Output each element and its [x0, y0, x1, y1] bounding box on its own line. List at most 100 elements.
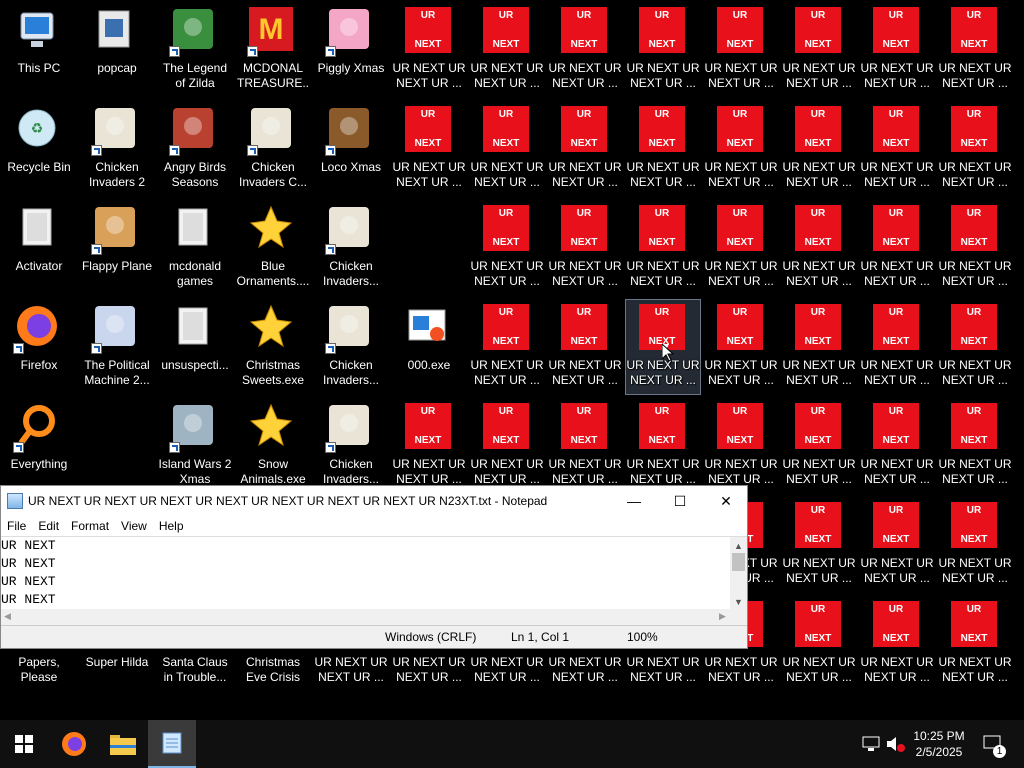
ur-next-file-icon[interactable]: URNEXT UR NEXT UR NEXT UR ... [391, 2, 467, 98]
ur-next-file-icon[interactable]: URNEXT UR NEXT UR NEXT UR ... [391, 101, 467, 197]
desktop-icon[interactable]: popcap [79, 2, 155, 98]
ur-next-file-icon[interactable]: URNEXT UR NEXT UR NEXT UR ... [391, 398, 467, 494]
ur-next-file-icon[interactable]: URNEXT UR NEXT UR NEXT UR ... [781, 2, 857, 98]
desktop-icon[interactable]: 000.exe [391, 299, 467, 395]
ur-next-file-icon[interactable]: URNEXT UR NEXT UR NEXT UR ... [703, 200, 779, 296]
desktop-icon[interactable]: Chicken Invaders C... [235, 101, 311, 197]
ur-next-file-icon[interactable]: URNEXT UR NEXT UR NEXT UR ... [469, 2, 545, 98]
ur-next-file-icon[interactable]: URNEXT UR NEXT UR NEXT UR ... [547, 200, 623, 296]
desktop-icon[interactable]: Chicken Invaders 2 [79, 101, 155, 197]
notepad-title-bar[interactable]: UR NEXT UR NEXT UR NEXT UR NEXT UR NEXT … [1, 486, 747, 516]
action-center-button[interactable]: 1 [978, 720, 1008, 768]
volume-muted-icon[interactable] [884, 720, 908, 768]
ur-next-file-icon[interactable]: URNEXT UR NEXT UR NEXT UR ... [859, 596, 935, 692]
ur-next-file-icon[interactable]: URNEXT UR NEXT UR NEXT UR ... [547, 398, 623, 494]
ur-next-file-icon[interactable]: URNEXT UR NEXT UR NEXT UR ... [547, 2, 623, 98]
ur-next-file-icon[interactable]: URNEXT UR NEXT UR NEXT UR ... [781, 101, 857, 197]
menu-format[interactable]: Format [65, 519, 115, 533]
ur-next-file-icon[interactable]: URNEXT UR NEXT UR NEXT UR ... [859, 200, 935, 296]
desktop-icon-label: UR NEXT UR NEXT UR ... [938, 556, 1012, 585]
ur-next-file-icon[interactable]: URNEXT UR NEXT UR NEXT UR ... [781, 398, 857, 494]
scroll-down-icon[interactable]: ▼ [734, 597, 743, 607]
ur-next-image-icon: URNEXT [717, 304, 765, 352]
ur-next-file-icon[interactable]: URNEXT UR NEXT UR NEXT UR ... [781, 497, 857, 593]
ur-next-image-icon: URNEXT [483, 106, 531, 154]
ur-next-file-icon[interactable]: URNEXT UR NEXT UR NEXT UR ... [469, 101, 545, 197]
desktop-icon[interactable]: ♻ Recycle Bin [1, 101, 77, 197]
ur-next-file-icon[interactable]: URNEXT UR NEXT UR NEXT UR ... [703, 398, 779, 494]
ur-next-file-icon[interactable]: URNEXT UR NEXT UR NEXT UR ... [937, 299, 1013, 395]
desktop-icon[interactable]: Loco Xmas [313, 101, 389, 197]
minimize-button[interactable]: — [611, 486, 657, 516]
ur-next-file-icon[interactable]: URNEXT UR NEXT UR NEXT UR ... [469, 200, 545, 296]
scroll-left-icon[interactable]: ◀ [4, 611, 11, 622]
ur-next-file-icon[interactable]: URNEXT UR NEXT UR NEXT UR ... [859, 398, 935, 494]
desktop-icon[interactable]: The Legend of Zilda [157, 2, 233, 98]
ur-next-file-icon[interactable]: URNEXT UR NEXT UR NEXT UR ... [469, 299, 545, 395]
desktop-icon[interactable]: Activator [1, 200, 77, 296]
ur-next-file-icon[interactable]: URNEXT UR NEXT UR NEXT UR ... [703, 2, 779, 98]
desktop-icon[interactable]: mcdonald games [157, 200, 233, 296]
ur-next-image-icon: URNEXT [951, 502, 999, 550]
ur-next-file-icon[interactable]: URNEXT UR NEXT UR NEXT UR ... [703, 299, 779, 395]
ur-next-file-icon[interactable]: URNEXT UR NEXT UR NEXT UR ... [859, 2, 935, 98]
vertical-scrollbar[interactable]: ▲ ▼ [730, 537, 747, 611]
desktop-icon[interactable]: Island Wars 2 Xmas [157, 398, 233, 494]
ur-next-file-icon[interactable]: URNEXT UR NEXT UR NEXT UR ... [937, 200, 1013, 296]
desktop-icon[interactable]: Everything [1, 398, 77, 494]
ur-next-file-icon[interactable]: URNEXT UR NEXT UR NEXT UR ... [625, 2, 701, 98]
desktop-icon[interactable]: The Political Machine 2... [79, 299, 155, 395]
menu-view[interactable]: View [115, 519, 153, 533]
close-button[interactable]: ✕ [703, 486, 749, 516]
ur-next-file-icon[interactable]: URNEXT UR NEXT UR NEXT UR ... [703, 101, 779, 197]
taskbar-notepad[interactable] [148, 720, 196, 768]
ur-next-file-icon[interactable]: URNEXT UR NEXT UR NEXT UR ... [859, 299, 935, 395]
system-clock[interactable]: 10:25 PM 2/5/2025 [908, 720, 970, 768]
ur-next-file-icon[interactable]: URNEXT UR NEXT UR NEXT UR ... [859, 497, 935, 593]
desktop-icon-label: UR NEXT UR NEXT UR ... [548, 61, 622, 90]
desktop-icon-label: UR NEXT UR NEXT UR ... [470, 358, 544, 387]
scroll-thumb[interactable] [732, 553, 745, 571]
desktop-icon[interactable]: Chicken Invaders... [313, 299, 389, 395]
ur-next-file-icon[interactable]: URNEXT UR NEXT UR NEXT UR ... [781, 200, 857, 296]
desktop-icon[interactable]: Christmas Sweets.exe [235, 299, 311, 395]
menu-file[interactable]: File [1, 519, 32, 533]
ur-next-file-icon[interactable]: URNEXT UR NEXT UR NEXT UR ... [547, 101, 623, 197]
ur-next-file-icon[interactable]: URNEXT UR NEXT UR NEXT UR ... [859, 101, 935, 197]
ur-next-file-icon[interactable]: URNEXT UR NEXT UR NEXT UR ... [937, 101, 1013, 197]
desktop-icon[interactable]: Piggly Xmas [313, 2, 389, 98]
ur-next-file-icon[interactable]: URNEXT UR NEXT UR NEXT UR ... [625, 101, 701, 197]
desktop-icon[interactable]: Firefox [1, 299, 77, 395]
desktop-icon[interactable]: Angry Birds Seasons [157, 101, 233, 197]
ur-next-file-icon[interactable]: URNEXT UR NEXT UR NEXT UR ... [469, 398, 545, 494]
ur-next-file-icon[interactable]: URNEXT UR NEXT UR NEXT UR ... [781, 596, 857, 692]
maximize-button[interactable]: ☐ [657, 486, 703, 516]
ur-next-file-icon[interactable]: URNEXT UR NEXT UR NEXT UR ... [781, 299, 857, 395]
desktop-icon[interactable]: Blue Ornaments.... [235, 200, 311, 296]
ur-next-file-icon[interactable]: URNEXT UR NEXT UR NEXT UR ... [625, 398, 701, 494]
ur-next-file-icon[interactable]: URNEXT UR NEXT UR NEXT UR ... [937, 398, 1013, 494]
desktop-icon[interactable]: unsuspecti... [157, 299, 233, 395]
desktop-icon[interactable]: Chicken Invaders... [313, 200, 389, 296]
desktop-icon[interactable]: M MCDONAL TREASURE... [235, 2, 311, 98]
menu-help[interactable]: Help [153, 519, 190, 533]
ur-next-file-icon[interactable]: URNEXT UR NEXT UR NEXT UR ... [937, 596, 1013, 692]
desktop-icon[interactable]: Chicken Invaders... [313, 398, 389, 494]
start-button[interactable] [0, 720, 48, 768]
text-editor-area[interactable]: UR NEXT UR NEXT UR NEXT UR NEXT ▲ ▼ [1, 536, 747, 611]
scroll-up-icon[interactable]: ▲ [734, 541, 743, 551]
desktop-icon[interactable]: This PC [1, 2, 77, 98]
ur-next-file-icon[interactable]: URNEXT UR NEXT UR NEXT UR ... [547, 299, 623, 395]
ur-next-file-icon[interactable]: URNEXT UR NEXT UR NEXT UR ... [937, 497, 1013, 593]
desktop-icon[interactable]: Snow Animals.exe [235, 398, 311, 494]
horizontal-scrollbar[interactable]: ◀ ▶ [1, 609, 747, 626]
notepad-window[interactable]: UR NEXT UR NEXT UR NEXT UR NEXT UR NEXT … [0, 485, 748, 649]
desktop-icon[interactable]: Flappy Plane [79, 200, 155, 296]
ur-next-file-icon[interactable]: URNEXT UR NEXT UR NEXT UR ... [625, 200, 701, 296]
scroll-right-icon[interactable]: ▶ [719, 611, 726, 622]
menu-edit[interactable]: Edit [32, 519, 65, 533]
ur-next-file-icon[interactable]: URNEXT UR NEXT UR NEXT UR ... [937, 2, 1013, 98]
taskbar-firefox[interactable] [50, 720, 98, 768]
network-icon[interactable] [860, 720, 882, 768]
taskbar-file-explorer[interactable] [99, 720, 147, 768]
